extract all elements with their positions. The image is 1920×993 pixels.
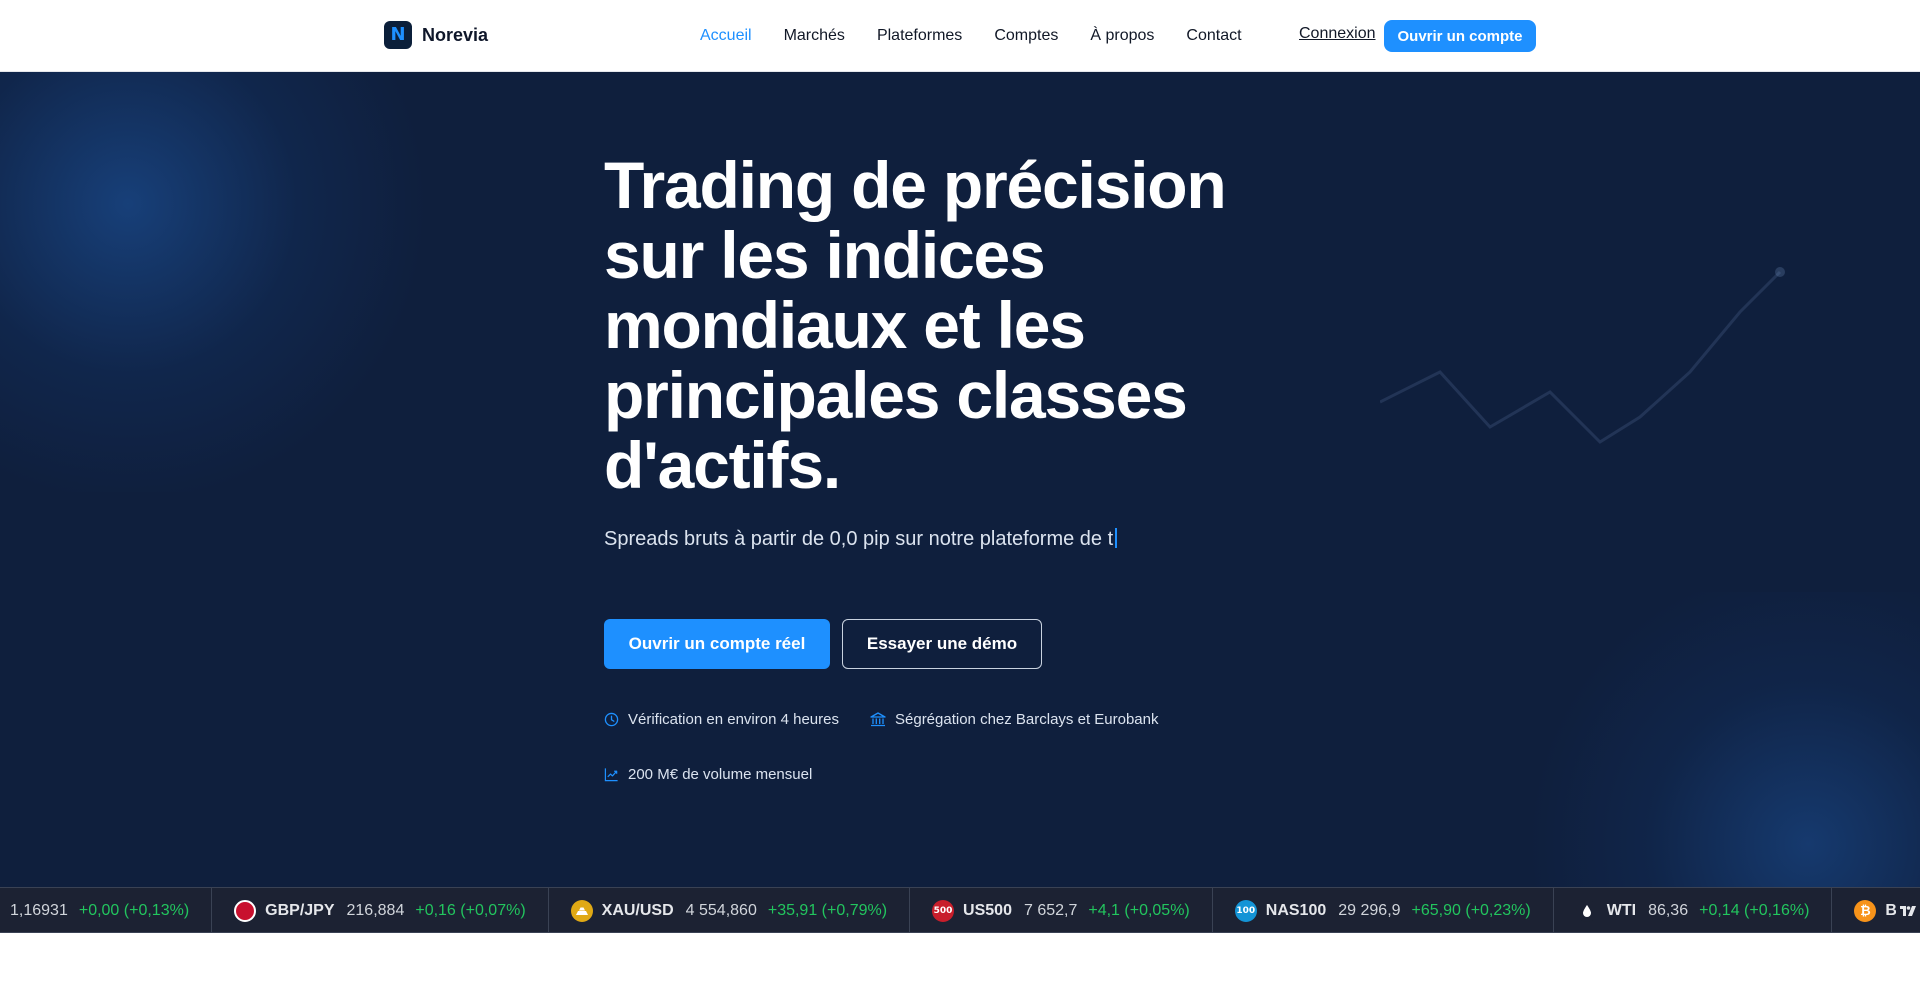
logo-mark-icon: N [384,21,412,49]
bank-icon [870,712,886,727]
ticker-item-gbpjpy[interactable]: GBP/JPY 216,884 +0,16 (+0,07%) [234,888,549,932]
ticker-change: +35,91 (+0,79%) [767,902,888,919]
headline-line: sur les indices [604,218,1046,292]
feature-verification: Vérification en environ 4 heures [604,711,839,728]
headline-line: principales classes [604,358,1188,432]
ticker-price: 216,884 [346,902,405,919]
page-body [0,933,1920,993]
feature-text: Vérification en environ 4 heures [628,711,839,728]
ticker-change: +65,90 (+0,23%) [1411,902,1531,919]
login-link[interactable]: Connexion [1299,25,1376,43]
ticker-item-wti[interactable]: WTI 86,36 +0,14 (+0,16%) [1575,888,1833,932]
ticker-price: 86,36 [1648,902,1689,919]
feature-segregation: Ségrégation chez Barclays et Eurobank [870,711,1159,728]
hero-section: Trading de précision sur les indices mon… [0,72,1920,887]
subline-text: Spreads bruts à partir de 0,0 pip sur no… [604,528,1114,550]
nav-item-plateformes[interactable]: Plateformes [877,27,962,45]
nav-item-a-propos[interactable]: À propos [1090,27,1154,45]
try-demo-button[interactable]: Essayer une démo [842,619,1042,669]
brand-name: Norevia [422,24,489,45]
tradingview-logo-icon[interactable] [1896,901,1920,921]
open-real-account-button[interactable]: Ouvrir un compte réel [604,619,830,669]
hero-subline: Spreads bruts à partir de 0,0 pip sur no… [604,528,1118,551]
ticker-change: +0,14 (+0,16%) [1699,902,1810,919]
ticker-change: +0,16 (+0,07%) [415,902,526,919]
hero-headline: Trading de précision sur les indices mon… [604,150,1304,500]
us500-icon: 500 [932,900,955,922]
ticker-change: +0,00 (+0,13%) [78,902,190,919]
headline-line: Trading de précision [604,148,1227,222]
ticker-price: 1,16931 [10,902,68,919]
market-ticker: 1,16931 +0,00 (+0,13%) GBP/JPY 216,884 +… [0,887,1920,933]
hero-glow-decoration [0,72,440,492]
ticker-item-xauusd[interactable]: XAU/USD 4 554,860 +35,91 (+0,79%) [570,888,911,932]
ticker-symbol: US500 [963,902,1012,919]
ticker-symbol: XAU/USD [601,902,674,919]
ticker-item-us500[interactable]: 500 US500 7 652,7 +4,1 (+0,05%) [932,888,1213,932]
brand-logo[interactable]: N Norevia [384,21,488,49]
oil-drop-icon [1575,900,1598,922]
ticker-symbol: GBP/JPY [265,902,335,919]
feature-volume: 200 M€ de volume mensuel [604,766,812,783]
ticker-change: +4,1 (+0,05%) [1088,902,1190,919]
nav-item-comptes[interactable]: Comptes [994,27,1058,45]
typing-caret [1115,528,1118,548]
feature-text: Ségrégation chez Barclays et Eurobank [895,711,1159,728]
headline-line: d'actifs. [604,428,841,502]
headline-line: mondiaux et les [604,288,1086,362]
nav-item-accueil[interactable]: Accueil [700,27,752,45]
ticker-track: 1,16931 +0,00 (+0,13%) GBP/JPY 216,884 +… [10,888,1920,932]
nav-item-marches[interactable]: Marchés [784,27,845,45]
bitcoin-icon: ₿ [1854,900,1877,922]
ticker-item-nas100[interactable]: 100 NAS100 29 296,9 +65,90 (+0,23%) [1234,888,1554,932]
feature-text: 200 M€ de volume mensuel [628,766,813,783]
hero-glow-decoration [1500,592,1920,887]
site-header: N Norevia Accueil Marchés Plateformes Co… [0,0,1920,72]
background-chart-line-icon [1380,267,1785,444]
trend-up-icon [604,768,618,782]
ticker-symbol: WTI [1606,902,1637,919]
main-nav: Accueil Marchés Plateformes Comptes À pr… [700,0,1242,72]
uk-jp-flag-icon [234,900,257,922]
ticker-symbol: NAS100 [1265,902,1327,919]
ticker-price: 4 554,860 [685,902,757,919]
nas100-icon: 100 [1234,900,1257,922]
open-account-button[interactable]: Ouvrir un compte [1384,20,1536,52]
nav-item-contact[interactable]: Contact [1186,27,1241,45]
ticker-price: 7 652,7 [1023,902,1078,919]
gold-icon [570,900,593,922]
clock-icon [604,712,619,727]
ticker-item-eurusd[interactable]: 1,16931 +0,00 (+0,13%) [10,888,213,932]
ticker-price: 29 296,9 [1338,902,1401,919]
